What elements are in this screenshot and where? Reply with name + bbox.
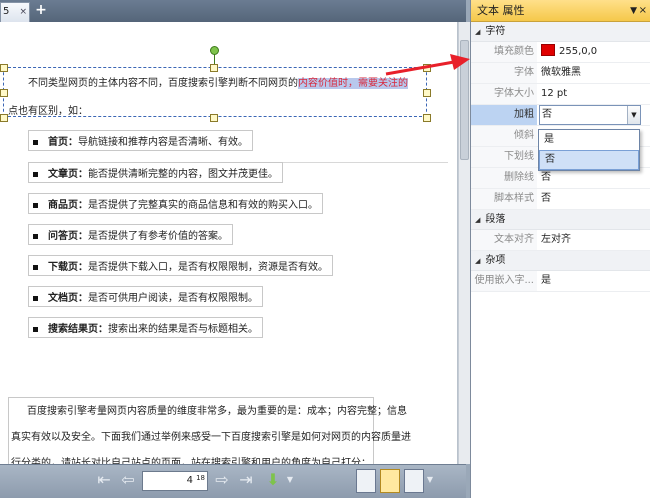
resize-handle-tl[interactable] [0, 64, 8, 72]
bullet-item-home: 首页：导航链接和推荐内容是否清晰、有效。 [28, 130, 253, 151]
category-misc[interactable]: ◢ 杂项 [471, 251, 650, 271]
bullet-icon [33, 202, 38, 208]
close-panel-icon[interactable]: × [639, 0, 647, 22]
bold-dropdown-list: 是 否 [538, 129, 640, 171]
document-canvas[interactable]: 不同类型网页的主体内容不同，百度搜索引擎判断不同网页的内容价值时，需要关注的 点… [0, 22, 458, 464]
paragraph-1-line-2: 点也有区别，如： [8, 106, 88, 117]
paragraph-2-line-3: 行分类的，请站长对比自己站点的页面，站在搜索引擎和用户的角度为自己打分： [11, 458, 371, 464]
facing-pages-view-icon[interactable] [404, 469, 424, 493]
prop-embed-font[interactable]: 使用嵌入字... 是 [471, 271, 650, 292]
page-navigation-bar: ⇤ ⇦ 4 18 ⇨ ⇥ ⬇ ▼ ▼ [0, 464, 466, 498]
resize-handle-tc[interactable] [210, 64, 218, 72]
first-page-icon[interactable]: ⇤ [94, 471, 114, 491]
bullet-icon [33, 233, 38, 239]
prop-font[interactable]: 字体 微软雅黑 [471, 63, 650, 84]
collapse-icon[interactable]: ◢ [475, 216, 480, 224]
color-swatch[interactable] [541, 44, 555, 56]
category-paragraph[interactable]: ◢ 段落 [471, 210, 650, 230]
view-options-chevron-icon[interactable]: ▼ [426, 471, 434, 491]
page-number-input[interactable]: 4 18 [142, 471, 208, 491]
bullet-icon [33, 139, 38, 145]
category-char[interactable]: ◢ 字符 [471, 22, 650, 42]
paragraph-1-text: 不同类型网页的主体内容不同，百度搜索引擎判断不同网页的 [28, 78, 298, 89]
close-tab-icon[interactable]: × [19, 3, 27, 21]
resize-handle-mr[interactable] [423, 89, 431, 97]
chevron-down-icon[interactable]: ▼ [286, 471, 294, 491]
single-page-view-icon[interactable] [356, 469, 376, 493]
properties-panel: 文本 属性 ▼ × ◢ 字符 填充颜色 255,0,0 字体 微软雅黑 字体大小 12 … [470, 0, 650, 498]
total-pages: 18 [196, 474, 205, 482]
resize-handle-bl[interactable] [0, 114, 8, 122]
paragraph-2-line-2: 真实有效以及安全。下面我们通过举例来感受一下百度搜索引擎是如何对网页的内容质量进 [11, 432, 411, 443]
continuous-view-icon[interactable] [380, 469, 400, 493]
collapse-icon[interactable]: ◢ [475, 28, 480, 36]
bullet-item-download: 下载页：是否提供下载入口，是否有权限限制，资源是否有效。 [28, 255, 333, 276]
collapse-icon[interactable]: ◢ [475, 257, 480, 265]
paragraph-2-line-1: 百度搜索引擎考量网页内容质量的维度非常多，最为重要的是：成本；内容完整；信息 [27, 406, 407, 417]
dropdown-option-yes[interactable]: 是 [539, 130, 639, 150]
prop-script-style[interactable]: 脚本样式否 [471, 189, 650, 210]
bullet-item-search-results: 搜索结果页：搜索出来的结果是否与标题相关。 [28, 317, 263, 338]
bullet-icon [33, 264, 38, 270]
prop-strikethrough[interactable]: 删除线否 [471, 168, 650, 189]
bullet-icon [33, 295, 38, 301]
prop-fill-color[interactable]: 填充颜色 255,0,0 [471, 42, 650, 63]
bullet-item-product: 商品页：是否提供了完整真实的商品信息和有效的购买入口。 [28, 193, 323, 214]
pin-icon[interactable]: ▼ [630, 0, 637, 22]
dropdown-option-no[interactable]: 否 [539, 150, 639, 170]
current-page: 4 [186, 475, 193, 486]
prop-bold[interactable]: 加粗否 ▼ [471, 105, 650, 126]
add-tab-button[interactable]: + [34, 3, 48, 18]
vertical-scrollbar[interactable] [458, 22, 470, 464]
last-page-icon[interactable]: ⇥ [236, 471, 256, 491]
previous-page-icon[interactable]: ⇦ [118, 471, 138, 491]
bullet-icon [33, 326, 38, 332]
chevron-down-icon[interactable]: ▼ [627, 106, 640, 124]
document-tab[interactable]: 5 × [0, 2, 30, 22]
prop-font-size[interactable]: 字体大小 12 pt [471, 84, 650, 105]
rotate-handle[interactable] [210, 46, 219, 55]
panel-header: 文本 属性 ▼ × [471, 0, 650, 22]
annotation-arrow-icon [385, 54, 470, 76]
bullet-icon [33, 171, 38, 177]
resize-handle-bc[interactable] [210, 114, 218, 122]
bold-select-value[interactable]: 否 [542, 109, 552, 120]
resize-handle-ml[interactable] [0, 89, 8, 97]
next-page-icon[interactable]: ⇨ [212, 471, 232, 491]
document-tab-bar: 5 × + [0, 0, 466, 22]
prop-text-align[interactable]: 文本对齐 左对齐 [471, 230, 650, 251]
bullet-item-qa: 问答页：是否提供了有参考价值的答案。 [28, 224, 233, 245]
panel-title: 文本 属性 [477, 4, 525, 17]
document-tab-title: 5 [3, 6, 10, 17]
paragraph-2-box[interactable]: 百度搜索引擎考量网页内容质量的维度非常多，最为重要的是：成本；内容完整；信息 真… [8, 397, 411, 464]
bullet-item-document: 文档页：是否可供用户阅读，是否有权限限制。 [28, 286, 263, 307]
go-to-page-icon[interactable]: ⬇ [262, 471, 284, 491]
paragraph-1-line-1: 不同类型网页的主体内容不同，百度搜索引擎判断不同网页的内容价值时，需要关注的 [28, 74, 408, 89]
resize-handle-br[interactable] [423, 114, 431, 122]
bullet-item-article: 文章页：能否提供清晰完整的内容，图文并茂更佳。 [28, 162, 283, 183]
